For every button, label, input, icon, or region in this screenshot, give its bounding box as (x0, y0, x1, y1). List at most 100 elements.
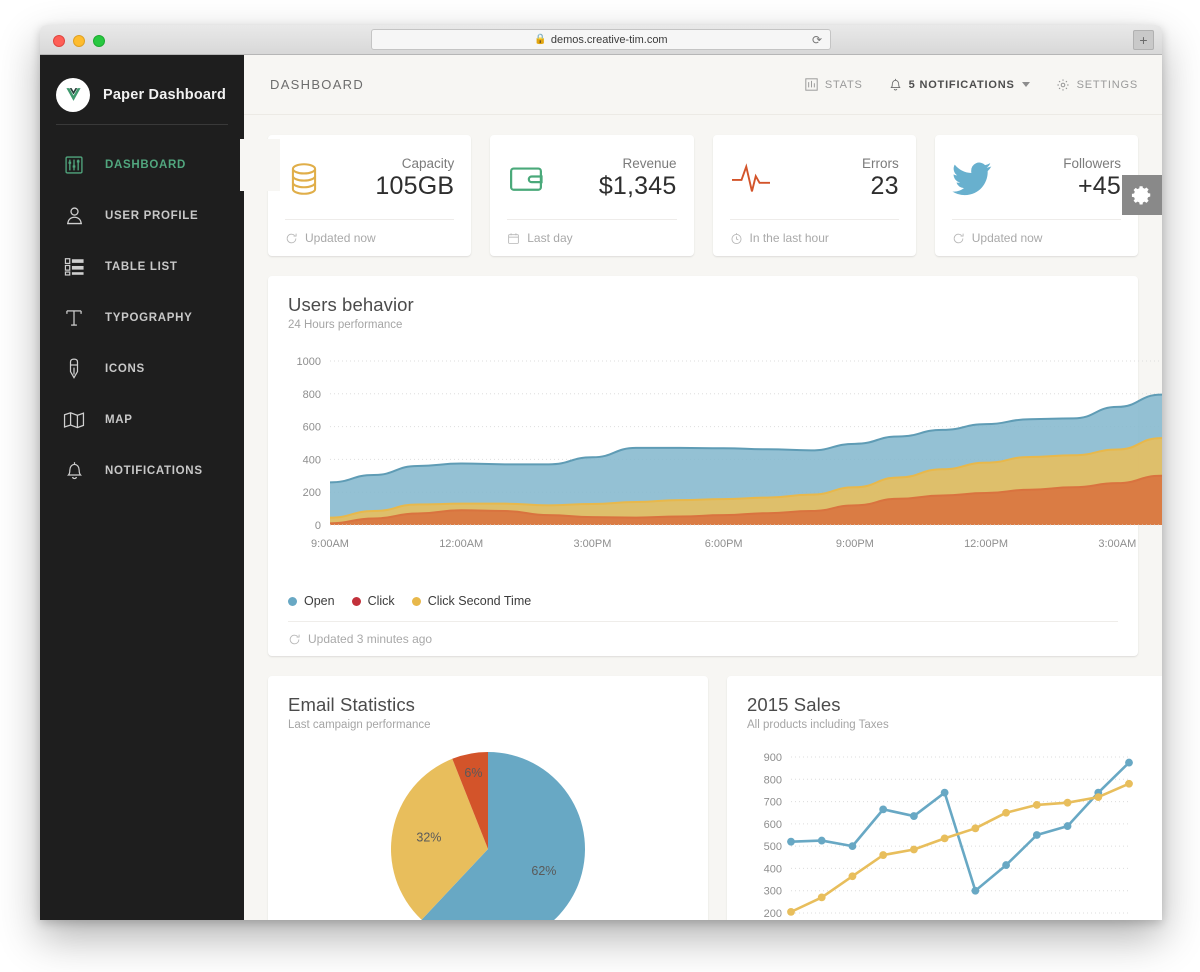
svg-text:12:00AM: 12:00AM (439, 538, 483, 550)
wallet-icon (507, 160, 559, 198)
stat-card-errors: Errors 23 In the last hour (712, 135, 916, 256)
refresh-icon (952, 232, 965, 245)
database-icon (285, 160, 337, 198)
card-subtitle: All products including Taxes (747, 719, 889, 731)
stat-card-label: Errors (862, 155, 899, 171)
card-footer-label: Updated 3 minutes ago (308, 632, 433, 646)
svg-text:32%: 32% (416, 831, 441, 845)
address-bar-url: demos.creative-tim.com (550, 33, 668, 46)
stats-chart-icon (805, 78, 818, 91)
card-footer: Updated 3 minutes ago (288, 621, 1118, 656)
user-icon (62, 204, 86, 228)
email-statistics-chart: 62% 32% 6% (391, 752, 585, 920)
legend-entry-click-second-time: Click Second Time (411, 594, 532, 608)
gear-icon (1131, 186, 1151, 205)
stat-card-value: 105GB (375, 172, 455, 201)
brand[interactable]: Paper Dashboard (56, 65, 228, 125)
sidebar-item-user-profile[interactable]: USER PROFILE (40, 190, 244, 241)
reload-icon[interactable]: ⟳ (812, 34, 822, 46)
typography-t-icon (62, 306, 86, 330)
stats-label: STATS (824, 78, 863, 91)
legend-label: Click (367, 594, 395, 608)
svg-text:200: 200 (764, 908, 782, 920)
legend-color-swatch (411, 596, 421, 606)
legend-entry-click: Click (351, 594, 395, 608)
sidebar-item-table-list[interactable]: TABLE LIST (40, 241, 244, 292)
sidebar-item-notifications[interactable]: NOTIFICATIONS (40, 445, 244, 496)
sidebar-item-label: TYPOGRAPHY (105, 311, 193, 324)
stat-card-top: Followers +45 (952, 151, 1121, 207)
new-tab-button[interactable]: + (1133, 30, 1154, 50)
svg-text:9:00PM: 9:00PM (836, 538, 874, 550)
window-close-button[interactable] (53, 35, 65, 47)
svg-text:400: 400 (303, 454, 321, 466)
notifications-label: 5 NOTIFICATIONS (908, 78, 1015, 91)
card-subtitle: Last campaign performance (288, 719, 431, 731)
sidebar-item-dashboard[interactable]: DASHBOARD (40, 139, 244, 190)
svg-text:12:00PM: 12:00PM (964, 538, 1008, 550)
sidebar-item-map[interactable]: MAP (40, 394, 244, 445)
users-behavior-card: Users behavior 24 Hours performance 0 200… (268, 276, 1162, 656)
twitter-icon (952, 162, 1004, 196)
stat-card-value: $1,345 (598, 172, 677, 201)
lock-icon: 🔒 (534, 34, 547, 45)
sidebar-item-label: DASHBOARD (105, 158, 187, 171)
sidebar-item-label: USER PROFILE (105, 209, 199, 222)
card-title: Email Statistics (288, 694, 416, 715)
svg-text:62%: 62% (531, 864, 556, 878)
svg-text:0: 0 (315, 520, 321, 532)
stat-card-capacity: Capacity 105GB Updated now (268, 135, 472, 256)
notifications-dropdown[interactable]: 5 NOTIFICATIONS (889, 77, 1030, 92)
refresh-icon (285, 232, 298, 245)
stats-button[interactable]: STATS (805, 78, 863, 91)
stat-card-text: Capacity 105GB (375, 156, 454, 203)
card-title: 2015 Sales (747, 694, 841, 715)
svg-text:800: 800 (764, 774, 782, 786)
refresh-icon (288, 633, 301, 646)
main-content: DASHBOARD STATS 5 NOTIFICATIONS SETTINGS… (244, 55, 1162, 920)
settings-gear-toggle[interactable] (1122, 175, 1162, 215)
sidebar-item-typography[interactable]: TYPOGRAPHY (40, 292, 244, 343)
bell-icon (62, 459, 86, 483)
vue-logo-icon (56, 77, 90, 112)
card-title: Users behavior (288, 294, 414, 315)
users-behavior-chart: 0 200 400 600 800 1000 9:00AM 12:00AM 3:00PM 6:00… (297, 356, 1162, 550)
stat-card-footer-label: Updated now (305, 231, 376, 245)
sidebar-item-label: NOTIFICATIONS (105, 464, 203, 477)
settings-label: SETTINGS (1076, 78, 1138, 91)
stat-card-top: Errors 23 (730, 151, 899, 207)
stat-card-text: Revenue $1,345 (599, 156, 677, 203)
bottom-card-row: Email Statistics Last campaign performan… (268, 676, 1162, 920)
window-maximize-button[interactable] (93, 35, 105, 47)
window-minimize-button[interactable] (73, 35, 85, 47)
calendar-icon (507, 232, 520, 245)
svg-text:200: 200 (303, 487, 321, 499)
dashboard-content: Capacity 105GB Updated now Revenue $1,34… (244, 115, 1162, 920)
svg-text:6%: 6% (464, 766, 482, 780)
address-bar[interactable]: 🔒 demos.creative-tim.com ⟳ (371, 29, 831, 50)
legend-entry-open: Open (288, 594, 335, 608)
svg-text:9:00AM: 9:00AM (311, 538, 349, 550)
app-shell: Paper Dashboard DASHBOARD USER PROFILE T… (40, 55, 1162, 920)
stat-card-footer: Updated now (285, 220, 454, 256)
stat-card-text: Followers +45 (1063, 156, 1121, 203)
svg-text:3:00AM: 3:00AM (1098, 538, 1136, 550)
svg-text:900: 900 (764, 752, 782, 764)
stat-card-footer: Updated now (952, 220, 1121, 256)
browser-titlebar: 🔒 demos.creative-tim.com ⟳ + (40, 25, 1162, 55)
svg-text:1000: 1000 (297, 356, 321, 368)
stat-card-label: Capacity (401, 155, 455, 171)
settings-button[interactable]: SETTINGS (1056, 78, 1138, 92)
browser-window: 🔒 demos.creative-tim.com ⟳ + Paper Dashb… (40, 25, 1162, 920)
legend-label: Click Second Time (427, 594, 532, 608)
stat-card-footer: In the last hour (730, 220, 899, 256)
table-icon (62, 255, 86, 279)
stat-card-value: 23 (870, 172, 899, 201)
gear-icon (1056, 78, 1070, 92)
stat-card-label: Revenue (622, 155, 677, 171)
sidebar-item-icons[interactable]: ICONS (40, 343, 244, 394)
brand-name: Paper Dashboard (103, 86, 227, 103)
svg-text:500: 500 (764, 841, 782, 853)
stat-card-top: Revenue $1,345 (507, 151, 677, 207)
chevron-down-icon (1021, 82, 1030, 87)
